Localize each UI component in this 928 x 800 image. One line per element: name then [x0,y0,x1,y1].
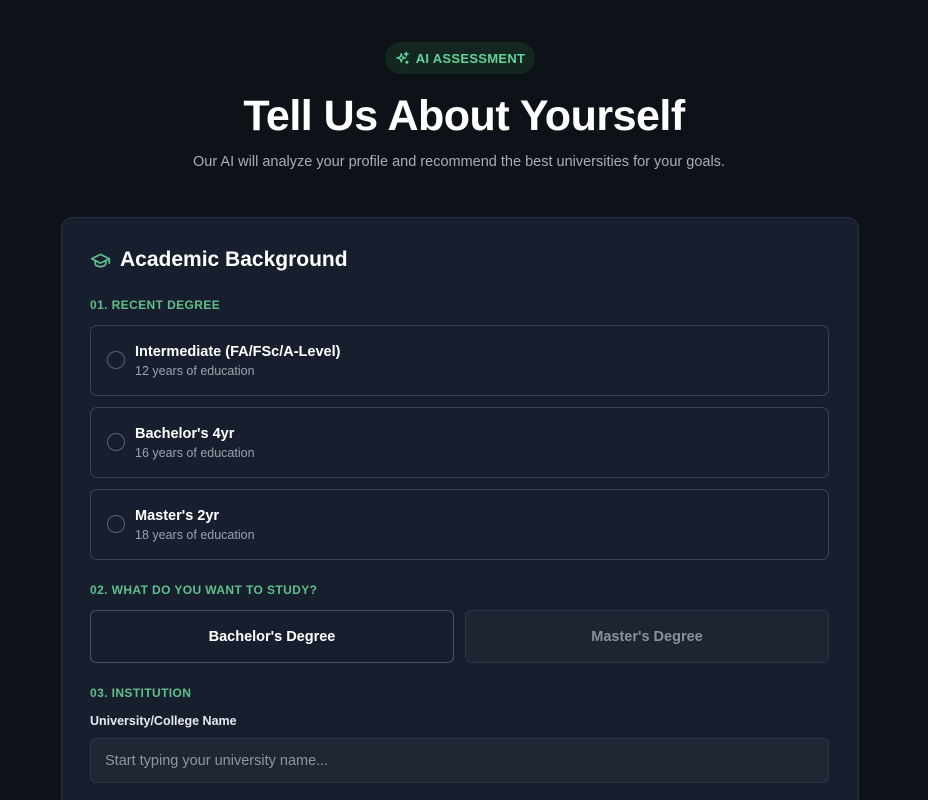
page: AI ASSESSMENT Tell Us About Yourself Our… [0,0,928,800]
page-title: Tell Us About Yourself [243,92,685,140]
radio-button[interactable] [107,351,125,369]
graduation-cap-icon [90,253,111,267]
institution-label: 03. INSTITUTION [90,686,192,700]
sparkles-icon [395,51,409,64]
page-subtitle: Our AI will analyze your profile and rec… [193,154,725,170]
option-subtitle: 18 years of education [135,528,255,542]
degree-option-masters[interactable]: Master's 2yr 18 years of education [90,489,829,560]
option-subtitle: 16 years of education [135,446,255,460]
radio-button[interactable] [107,515,125,533]
option-subtitle: 12 years of education [135,364,255,378]
assessment-card: Academic Background 01. RECENT DEGREE In… [61,217,859,800]
university-field-label: University/College Name [90,714,237,728]
section-title: Academic Background [120,248,348,271]
degree-option-intermediate[interactable]: Intermediate (FA/FSc/A-Level) 12 years o… [90,325,829,396]
study-goal-label: 02. WHAT DO YOU WANT TO STUDY? [90,583,318,597]
ai-assessment-badge: AI ASSESSMENT [385,42,535,74]
section-header: Academic Background [90,248,348,272]
university-name-input[interactable] [90,738,829,783]
option-title: Intermediate (FA/FSc/A-Level) [135,344,341,360]
option-title: Bachelor's 4yr [135,426,235,442]
study-option-masters[interactable]: Master's Degree [465,610,829,663]
study-option-bachelors[interactable]: Bachelor's Degree [90,610,454,663]
radio-button[interactable] [107,433,125,451]
recent-degree-label: 01. RECENT DEGREE [90,298,221,312]
badge-label: AI ASSESSMENT [415,50,526,66]
degree-option-bachelors[interactable]: Bachelor's 4yr 16 years of education [90,407,829,478]
option-title: Master's 2yr [135,508,220,524]
